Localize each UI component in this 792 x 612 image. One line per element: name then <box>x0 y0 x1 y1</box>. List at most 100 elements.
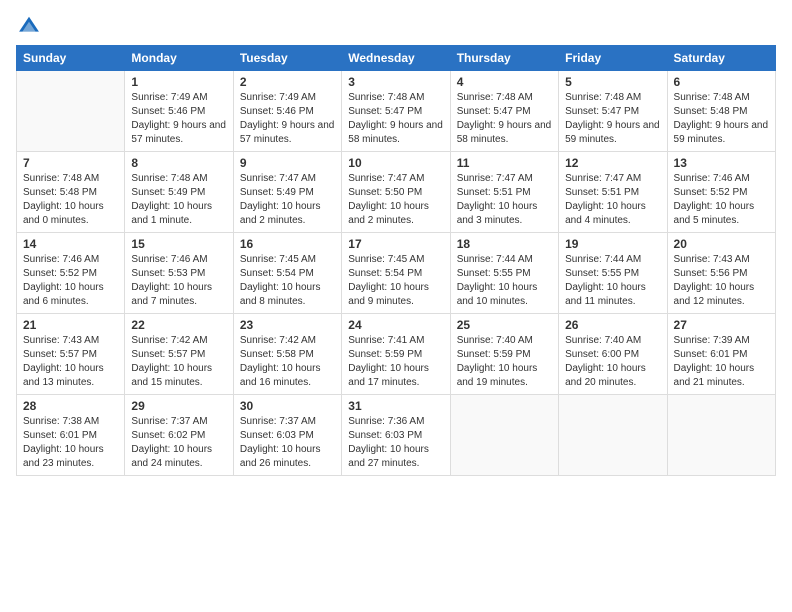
day-cell: 11Sunrise: 7:47 AMSunset: 5:51 PMDayligh… <box>450 152 558 233</box>
sunset-text: Sunset: 5:54 PM <box>348 268 422 279</box>
day-info: Sunrise: 7:41 AM Sunset: 5:59 PM Daylight:… <box>348 334 443 390</box>
daylight-text: Daylight: 10 hours and 17 minutes. <box>348 363 429 388</box>
day-number: 9 <box>240 156 335 170</box>
daylight-text: Daylight: 10 hours and 2 minutes. <box>348 201 429 226</box>
sunrise-text: Sunrise: 7:49 AM <box>131 92 207 103</box>
day-info: Sunrise: 7:48 AMSunset: 5:47 PMDaylight:… <box>348 91 443 147</box>
day-number: 4 <box>457 75 552 89</box>
day-cell: 8Sunrise: 7:48 AMSunset: 5:49 PMDaylight… <box>125 152 233 233</box>
day-number: 6 <box>674 75 769 89</box>
day-number: 23 <box>240 318 335 332</box>
sunset-text: Sunset: 5:57 PM <box>23 349 97 360</box>
day-cell: 7Sunrise: 7:48 AMSunset: 5:48 PMDaylight… <box>17 152 125 233</box>
sunset-text: Sunset: 5:52 PM <box>674 187 748 198</box>
day-info: Sunrise: 7:48 AMSunset: 5:47 PMDaylight:… <box>565 91 660 147</box>
daylight-text: Daylight: 9 hours and 58 minutes. <box>457 120 552 145</box>
day-info: Sunrise: 7:48 AMSunset: 5:47 PMDaylight:… <box>457 91 552 147</box>
day-cell <box>450 395 558 476</box>
sunrise-text: Sunrise: 7:48 AM <box>457 92 533 103</box>
day-cell: 24 Sunrise: 7:41 AM Sunset: 5:59 PM Dayligh… <box>342 314 450 395</box>
sunrise-text: Sunrise: 7:43 AM <box>23 335 99 346</box>
col-tuesday: Tuesday <box>233 46 341 71</box>
day-cell: 29Sunrise: 7:37 AMSunset: 6:02 PMDayligh… <box>125 395 233 476</box>
logo-icon <box>18 14 40 36</box>
day-info: Sunrise: 7:36 AMSunset: 6:03 PMDaylight:… <box>348 415 443 471</box>
page: Sunday Monday Tuesday Wednesday Thursday… <box>0 0 792 486</box>
daylight-text: Daylight: 10 hours and 15 minutes. <box>131 363 212 388</box>
daylight-text: Daylight: 10 hours and 0 minutes. <box>23 201 104 226</box>
daylight-text: Daylight: 10 hours and 8 minutes. <box>240 282 321 307</box>
day-cell: 25Sunrise: 7:40 AMSunset: 5:59 PMDayligh… <box>450 314 558 395</box>
col-friday: Friday <box>559 46 667 71</box>
day-number: 25 <box>457 318 552 332</box>
day-number: 3 <box>348 75 443 89</box>
daylight-text: Daylight: 9 hours and 58 minutes. <box>348 120 443 145</box>
sunset-text: Sunset: 5:49 PM <box>131 187 205 198</box>
sunset-text: Sunset: 5:52 PM <box>23 268 97 279</box>
day-info: Sunrise: 7:48 AMSunset: 5:49 PMDaylight:… <box>131 172 226 228</box>
day-cell: 27Sunrise: 7:39 AMSunset: 6:01 PMDayligh… <box>667 314 775 395</box>
sunrise-text: Sunrise: 7:47 AM <box>565 173 641 184</box>
day-info: Sunrise: 7:46 AMSunset: 5:52 PMDaylight:… <box>23 253 118 309</box>
sunrise-text: Sunrise: 7:48 AM <box>674 92 750 103</box>
day-cell: 13 Sunrise: 7:46 AM Sunset: 5:52 PM Dayligh… <box>667 152 775 233</box>
day-cell: 30Sunrise: 7:37 AMSunset: 6:03 PMDayligh… <box>233 395 341 476</box>
sunset-text: Sunset: 5:59 PM <box>348 349 422 360</box>
day-number: 17 <box>348 237 443 251</box>
sunset-text: Sunset: 5:48 PM <box>674 106 748 117</box>
day-number: 16 <box>240 237 335 251</box>
sunset-text: Sunset: 5:56 PM <box>674 268 748 279</box>
sunset-text: Sunset: 6:03 PM <box>240 430 314 441</box>
sunset-text: Sunset: 5:53 PM <box>131 268 205 279</box>
sunset-text: Sunset: 5:48 PM <box>23 187 97 198</box>
day-info: Sunrise: 7:43 AMSunset: 5:57 PMDaylight:… <box>23 334 118 390</box>
daylight-text: Daylight: 10 hours and 7 minutes. <box>131 282 212 307</box>
day-cell: 28Sunrise: 7:38 AMSunset: 6:01 PMDayligh… <box>17 395 125 476</box>
daylight-text: Daylight: 10 hours and 12 minutes. <box>674 282 755 307</box>
sunset-text: Sunset: 5:57 PM <box>131 349 205 360</box>
col-saturday: Saturday <box>667 46 775 71</box>
sunrise-text: Sunrise: 7:41 AM <box>348 335 424 346</box>
day-info: Sunrise: 7:46 AM Sunset: 5:52 PM Daylight:… <box>674 172 769 228</box>
day-number: 26 <box>565 318 660 332</box>
daylight-text: Daylight: 10 hours and 24 minutes. <box>131 444 212 469</box>
sunset-text: Sunset: 6:02 PM <box>131 430 205 441</box>
col-sunday: Sunday <box>17 46 125 71</box>
daylight-text: Daylight: 10 hours and 9 minutes. <box>348 282 429 307</box>
sunrise-text: Sunrise: 7:46 AM <box>131 254 207 265</box>
day-number: 7 <box>23 156 118 170</box>
day-number: 24 <box>348 318 443 332</box>
daylight-text: Daylight: 9 hours and 57 minutes. <box>240 120 335 145</box>
day-number: 19 <box>565 237 660 251</box>
day-cell: 5Sunrise: 7:48 AMSunset: 5:47 PMDaylight… <box>559 71 667 152</box>
day-number: 15 <box>131 237 226 251</box>
day-number: 14 <box>23 237 118 251</box>
week-row-5: 28Sunrise: 7:38 AMSunset: 6:01 PMDayligh… <box>17 395 776 476</box>
day-cell: 4 Sunrise: 7:48 AMSunset: 5:47 PMDaylight… <box>450 71 558 152</box>
day-cell: 14 Sunrise: 7:46 AMSunset: 5:52 PMDayligh… <box>17 233 125 314</box>
sunrise-text: Sunrise: 7:45 AM <box>348 254 424 265</box>
daylight-text: Daylight: 9 hours and 57 minutes. <box>131 120 226 145</box>
week-row-2: 7Sunrise: 7:48 AMSunset: 5:48 PMDaylight… <box>17 152 776 233</box>
daylight-text: Daylight: 10 hours and 1 minute. <box>131 201 212 226</box>
daylight-text: Daylight: 10 hours and 26 minutes. <box>240 444 321 469</box>
day-number: 28 <box>23 399 118 413</box>
day-cell: 3 Sunrise: 7:48 AMSunset: 5:47 PMDaylight… <box>342 71 450 152</box>
day-info: Sunrise: 7:37 AMSunset: 6:02 PMDaylight:… <box>131 415 226 471</box>
day-info: Sunrise: 7:48 AMSunset: 5:48 PMDaylight:… <box>674 91 769 147</box>
day-info: Sunrise: 7:44 AMSunset: 5:55 PMDaylight:… <box>565 253 660 309</box>
daylight-text: Daylight: 10 hours and 19 minutes. <box>457 363 538 388</box>
sunrise-text: Sunrise: 7:45 AM <box>240 254 316 265</box>
day-cell: 16Sunrise: 7:45 AMSunset: 5:54 PMDayligh… <box>233 233 341 314</box>
sunset-text: Sunset: 5:46 PM <box>240 106 314 117</box>
daylight-text: Daylight: 10 hours and 11 minutes. <box>565 282 646 307</box>
sunrise-text: Sunrise: 7:37 AM <box>240 416 316 427</box>
daylight-text: Daylight: 10 hours and 5 minutes. <box>674 201 755 226</box>
daylight-text: Daylight: 9 hours and 59 minutes. <box>565 120 660 145</box>
sunrise-text: Sunrise: 7:46 AM <box>674 173 750 184</box>
day-info: Sunrise: 7:49 AMSunset: 5:46 PMDaylight:… <box>131 91 226 147</box>
day-number: 13 <box>674 156 769 170</box>
day-cell: 12Sunrise: 7:47 AMSunset: 5:51 PMDayligh… <box>559 152 667 233</box>
day-cell: 2Sunrise: 7:49 AMSunset: 5:46 PMDaylight… <box>233 71 341 152</box>
day-number: 21 <box>23 318 118 332</box>
